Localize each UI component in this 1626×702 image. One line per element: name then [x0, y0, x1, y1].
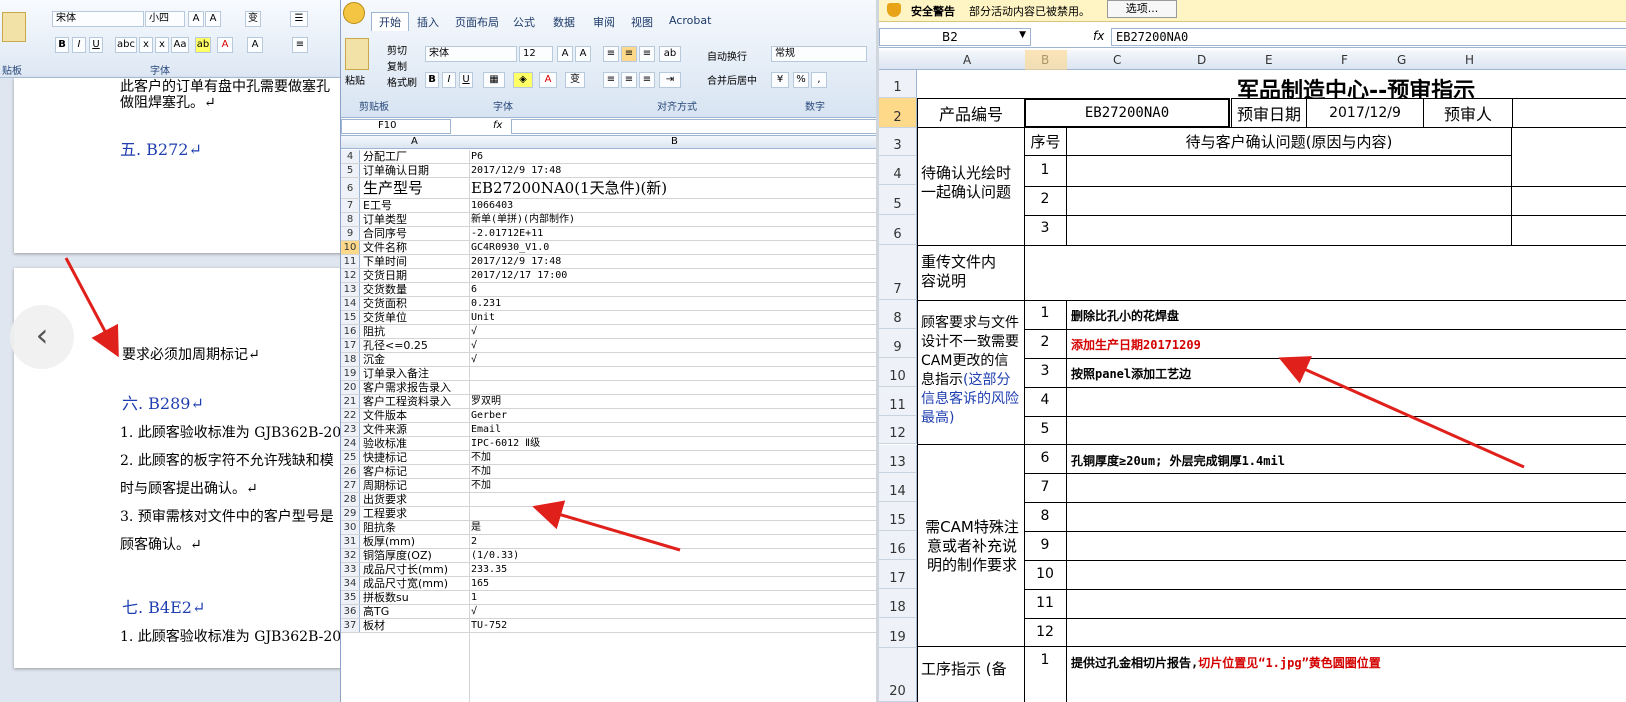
annotation-arrows [64, 257, 1525, 552]
arrow-word-note [64, 257, 119, 358]
arrow-add-date [1278, 356, 1525, 469]
arrow-period-mark [532, 500, 681, 552]
